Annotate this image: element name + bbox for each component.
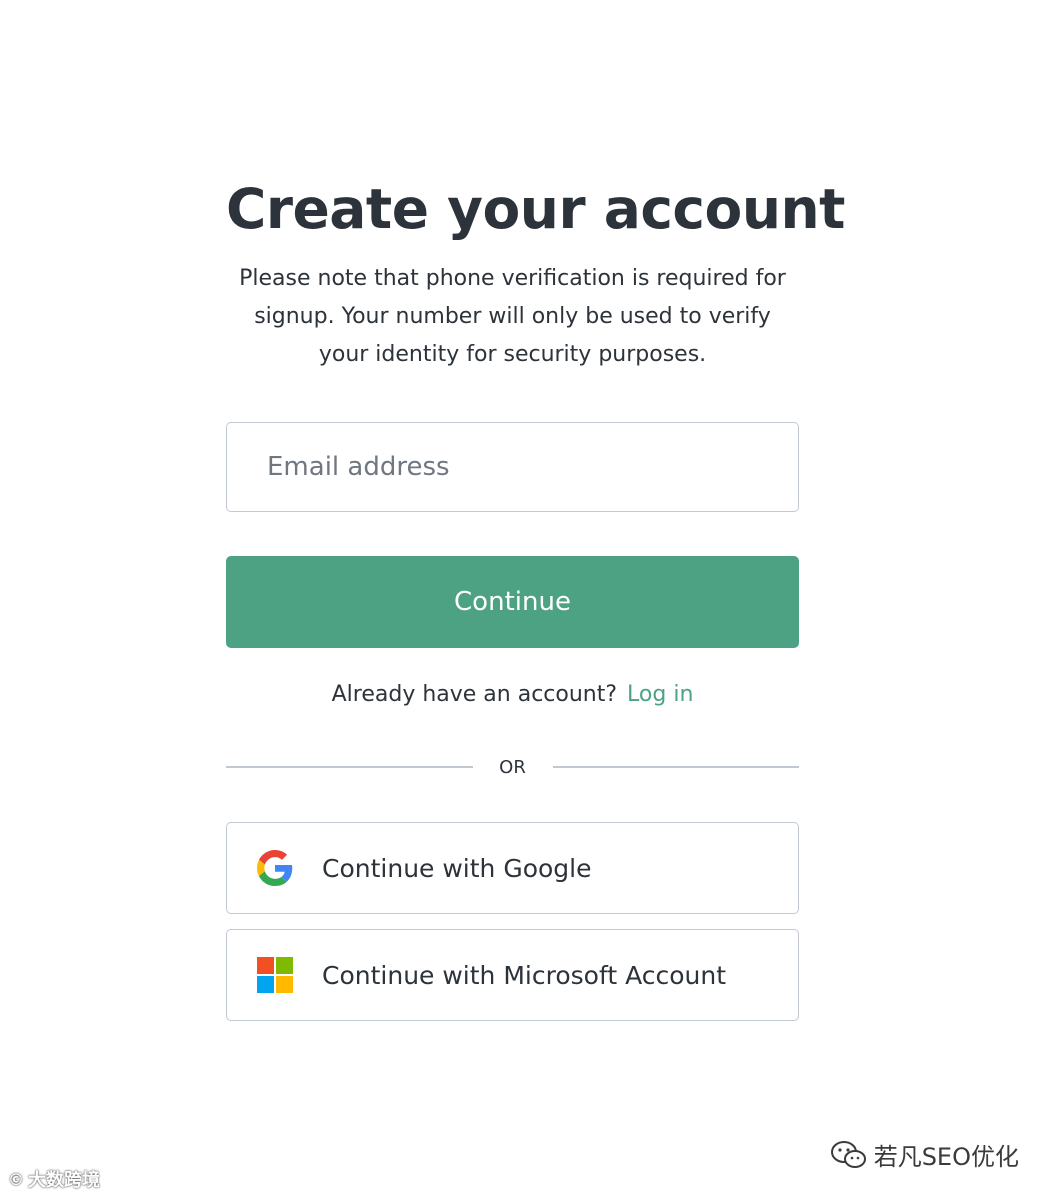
continue-with-google-button[interactable]: Continue with Google xyxy=(226,822,799,914)
login-link[interactable]: Log in xyxy=(627,682,693,707)
continue-with-microsoft-button[interactable]: Continue with Microsoft Account xyxy=(226,929,799,1021)
or-divider: OR xyxy=(226,752,799,782)
divider-label: OR xyxy=(499,756,526,778)
watermark-left: © 大数跨境 xyxy=(8,1166,100,1192)
google-button-label: Continue with Google xyxy=(322,853,592,883)
divider-line-left xyxy=(226,766,473,768)
email-field[interactable] xyxy=(226,422,799,512)
microsoft-button-label: Continue with Microsoft Account xyxy=(322,960,727,990)
divider-line-right xyxy=(552,766,799,768)
signup-card: Create your account Please note that pho… xyxy=(226,176,845,1021)
watermark-right: 若凡SEO优化 xyxy=(830,1137,1019,1172)
page-title: Create your account xyxy=(226,177,845,241)
watermark-left-text: 大数跨境 xyxy=(28,1170,100,1191)
google-logo-icon xyxy=(257,850,293,886)
email-input[interactable] xyxy=(265,451,798,483)
page-subtitle: Please note that phone verification is r… xyxy=(239,266,786,367)
watermark-right-text: 若凡SEO优化 xyxy=(873,1143,1019,1171)
login-prompt-text: Already have an account? xyxy=(331,682,618,707)
microsoft-logo-icon xyxy=(257,957,293,993)
watermark-logo-icon: © xyxy=(8,1169,24,1189)
continue-button[interactable]: Continue xyxy=(226,556,799,648)
wechat-icon xyxy=(830,1140,866,1168)
login-prompt-row: Already have an account? Log in xyxy=(226,680,799,710)
